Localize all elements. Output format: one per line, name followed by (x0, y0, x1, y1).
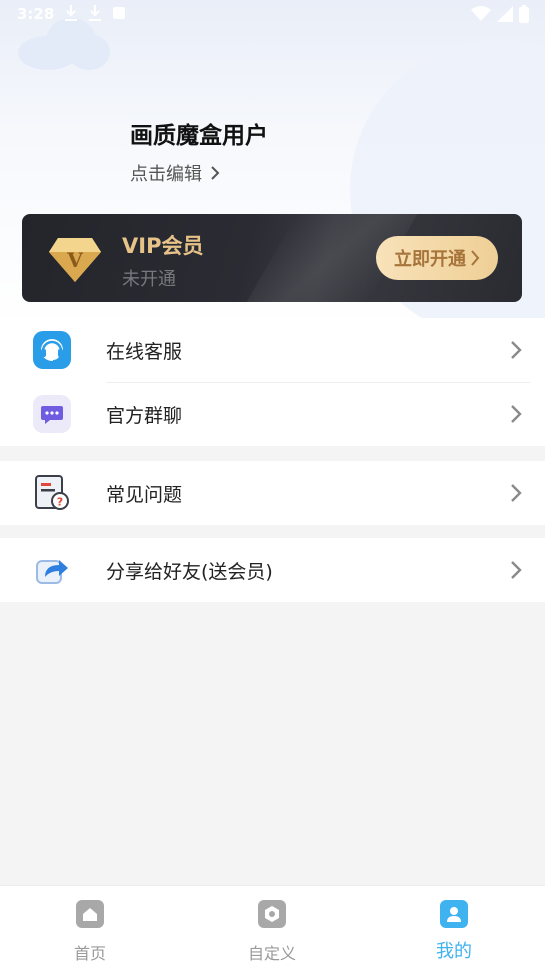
wifi-icon (471, 6, 491, 21)
headset-icon (33, 331, 71, 369)
menu-item-official-group-chat[interactable]: 官方群聊 (0, 382, 545, 446)
vip-status: 未开通 (122, 269, 176, 290)
menu-group-share: 分享给好友(送会员) (0, 538, 545, 602)
notification-box-icon (113, 7, 125, 19)
activate-vip-button[interactable]: 立即开通 (376, 236, 498, 280)
customize-icon (258, 900, 286, 928)
chevron-right-icon (511, 405, 522, 423)
status-time: 3:28 (17, 5, 55, 23)
edit-profile-label: 点击编辑 (130, 164, 202, 185)
menu-item-label: 常见问题 (106, 483, 183, 506)
tab-mine[interactable]: 我的 (404, 900, 504, 963)
menu-item-online-service[interactable]: 在线客服 (0, 318, 545, 382)
bottom-navigation: 首页 自定义 我的 (0, 885, 545, 970)
menu-group-support: 在线客服 官方群聊 (0, 318, 545, 446)
tab-label: 自定义 (247, 944, 296, 963)
download-icon (89, 5, 101, 21)
chevron-right-icon (211, 166, 220, 180)
download-icon (65, 5, 77, 21)
tab-customize[interactable]: 自定义 (222, 900, 322, 964)
share-icon (36, 560, 68, 584)
chevron-right-icon (511, 561, 522, 579)
profile-icon (440, 900, 468, 928)
tab-label: 首页 (73, 944, 106, 963)
menu-item-faq[interactable]: ? 常见问题 (0, 461, 545, 525)
menu-item-share-friends[interactable]: 分享给好友(送会员) (0, 538, 545, 602)
menu-item-label: 在线客服 (106, 340, 183, 363)
chevron-right-icon (511, 341, 522, 359)
menu-item-label: 官方群聊 (106, 404, 183, 427)
chat-bubble-icon (33, 395, 71, 433)
vip-membership-card[interactable]: V VIP会员 未开通 立即开通 (22, 214, 522, 302)
chevron-right-icon (471, 250, 480, 266)
vip-diamond-icon: V (49, 238, 101, 282)
username: 画质魔盒用户 (130, 123, 268, 149)
svg-text:?: ? (57, 496, 63, 509)
activate-vip-label: 立即开通 (394, 249, 466, 270)
vip-title: VIP会员 (122, 234, 204, 258)
svg-text:V: V (66, 248, 83, 272)
chevron-right-icon (511, 484, 522, 502)
battery-icon (519, 5, 529, 23)
menu-group-help: ? 常见问题 (0, 461, 545, 525)
status-bar: 3:28 (0, 0, 545, 30)
menu-item-label: 分享给好友(送会员) (106, 560, 273, 583)
faq-document-icon: ? (35, 475, 69, 510)
tab-label: 我的 (436, 941, 472, 962)
signal-icon (497, 6, 513, 22)
home-icon (76, 900, 104, 928)
tab-home[interactable]: 首页 (40, 900, 140, 964)
edit-profile-link[interactable]: 点击编辑 (130, 160, 220, 186)
